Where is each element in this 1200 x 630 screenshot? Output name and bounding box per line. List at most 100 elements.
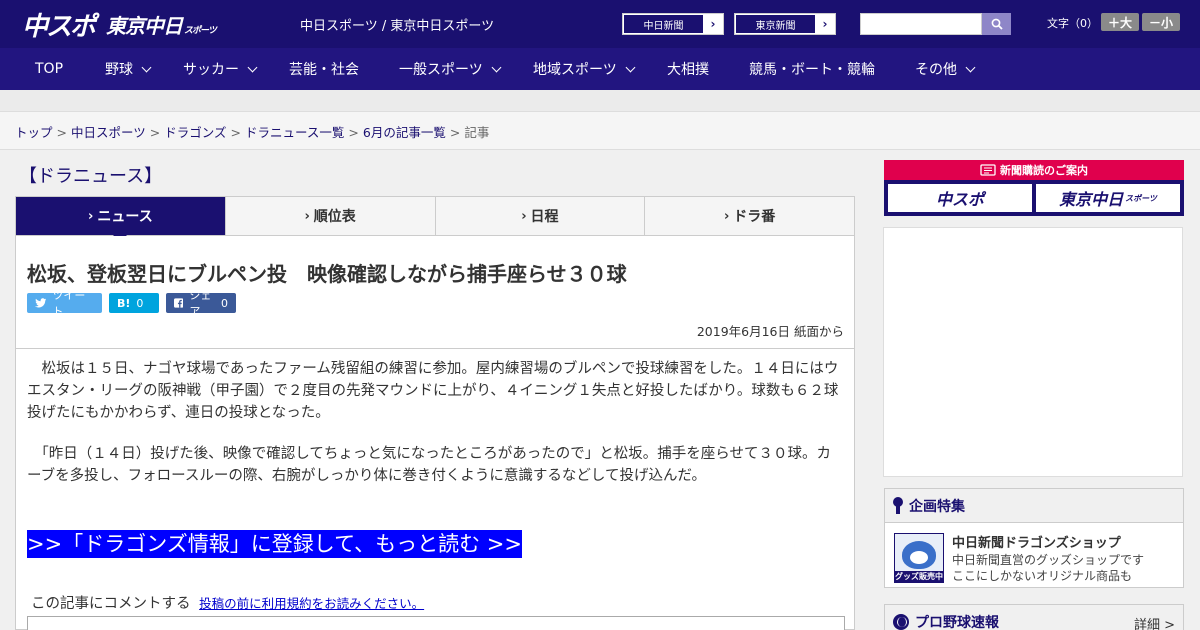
nav-label: 一般スポーツ [399,62,483,78]
comment-terms-link[interactable]: 投稿の前に利用規約をお読みください。 [199,596,424,611]
comment-prompt: この記事にコメントする [31,596,191,612]
font-size-label: 文字（0） [1047,17,1098,30]
nav-item-racing[interactable]: 競馬・ボート・競輪 [749,48,875,90]
chevron-down-icon [247,62,258,72]
breadcrumb-link[interactable]: ドラゴンズ [164,125,226,140]
site-header: 中スポ 東京中日 スポーツ 中日スポーツ / 東京中日スポーツ 中日新聞 › 東京… [0,0,1200,48]
subscription-header: 新聞購読のご案内 [884,160,1184,180]
tab-standings[interactable]: › 順位表 [226,197,436,235]
shop-desc-line: 中日新聞直営のグッズショップです [952,553,1145,567]
feature-header: 企画特集 [885,489,1183,523]
nav-label: TOP [35,61,64,77]
facebook-icon [174,298,184,308]
baseball-icon [893,613,909,630]
subscribe-tokyo-button[interactable]: 東京中日 スポーツ [1036,184,1180,212]
breadcrumb-current: 記事 [464,125,490,140]
article-paragraph: 松坂は１５日、ナゴヤ球場であったファーム残留組の練習に参加。屋内練習場のブルペン… [27,361,839,421]
ad-band [0,90,1200,112]
tweet-button[interactable]: ツイート [27,289,102,318]
facebook-count: 0 [221,296,228,310]
chunichi-shimbun-link[interactable]: 中日新聞 › [622,13,724,35]
nav-label: サッカー [183,62,239,78]
site-logo[interactable]: 中スポ 東京中日 スポーツ [22,6,217,43]
nav-item-local-sports[interactable]: 地域スポーツ [533,48,636,90]
search-button[interactable] [982,13,1011,35]
tab-schedule[interactable]: › 日程 [436,197,646,235]
tokyo-chunichi-logo[interactable]: 東京中日 スポーツ [106,10,217,39]
nav-item-general-sports[interactable]: 一般スポーツ [399,48,502,90]
shop-desc-line: ここにしかないオリジナル商品も [952,569,1133,583]
hatena-count: 0 [136,296,144,310]
nav-item-sumo[interactable]: 大相撲 [667,48,709,90]
main-column: 【ドラニュース】 › ニュース › 順位表 › 日程 › ドラ番 松坂、登板翌日にブルペ… [15,150,855,630]
hatena-bookmark-button[interactable]: B! 0 [109,293,159,313]
subscription-banner[interactable]: 新聞購読のご案内 中スポ 東京中日 スポーツ [884,160,1184,216]
chevron-right-icon: › [304,208,310,224]
chuspo-logo[interactable]: 中スポ [22,6,96,43]
chevron-down-icon [965,62,976,72]
search-input[interactable] [860,13,982,35]
font-larger-button[interactable]: ＋大 [1101,13,1139,31]
hatena-icon: B! [117,296,131,310]
breadcrumb: トップ > 中日スポーツ > ドラゴンズ > ドラニュース一覧 >6月の記事一覧 > 記事 [0,112,1200,150]
sidebar-ad [883,227,1183,477]
tab-reporters[interactable]: › ドラ番 [645,197,854,235]
divider [16,348,854,349]
subscription-title: 新聞購読のご案内 [1000,164,1088,177]
article: 松坂、登板翌日にブルペン投 映像確認しながら捕手座らせ３０球 ツイート B! 0… [15,236,855,630]
article-headline: 松坂、登板翌日にブルペン投 映像確認しながら捕手座らせ３０球 [27,262,627,286]
breadcrumb-link[interactable]: トップ [15,125,53,140]
baseball-title: プロ野球速報 [915,614,999,630]
detail-link[interactable]: 詳細 > [1134,614,1175,630]
dragons-shop-link[interactable]: 中日新聞ドラゴンズショップ [952,532,1121,551]
tokyo-shimbun-link[interactable]: 東京新聞 › [734,13,836,35]
main-nav: TOP 野球 サッカー 芸能・社会 一般スポーツ 地域スポーツ 大相撲 競馬・ボ… [0,48,1200,90]
nav-item-top[interactable]: TOP [35,48,63,90]
newspaper-icon [980,164,996,176]
subscribe-chuspo-button[interactable]: 中スポ [888,184,1032,212]
breadcrumb-separator: > [348,125,359,140]
nav-label: 競馬・ボート・競輪 [749,62,875,78]
breadcrumb-link[interactable]: 中日スポーツ [71,125,146,140]
article-dateline: 2019年6月16日 紙面から [696,324,844,339]
dragons-shop-description: 中日新聞直営のグッズショップです ここにしかないオリジナル商品も [952,552,1144,584]
comment-textarea[interactable] [27,616,845,630]
nav-item-entertainment[interactable]: 芸能・社会 [289,48,359,90]
subscribe-tokyo-label: 東京中日 [1059,190,1124,209]
tab-label: 順位表 [313,209,356,225]
facebook-share-button[interactable]: シェア 0 [166,289,236,318]
section-tabs: › ニュース › 順位表 › 日程 › ドラ番 [15,196,855,242]
tab-label: 日程 [530,209,559,225]
dragons-shop-thumbnail[interactable]: グッズ販売中 [894,533,944,583]
mascot-image [902,541,936,569]
baseball-scores-panel: プロ野球速報 詳細 > [884,604,1184,630]
tokyo-shimbun-label: 東京新聞 [736,15,815,33]
breadcrumb-separator: > [149,125,161,140]
subscribe-tokyo-sub: スポーツ [1125,193,1157,203]
read-more-link[interactable]: >>「ドラゴンズ情報」に登録して、もっと読む >> [27,530,522,558]
breadcrumb-separator: > [449,125,461,140]
nav-item-soccer[interactable]: サッカー [183,48,258,90]
pin-icon [893,496,903,515]
tweet-label: ツイート [52,289,86,318]
nav-item-baseball[interactable]: 野球 [105,48,152,90]
nav-label: 野球 [105,62,133,78]
breadcrumb-link[interactable]: ドラニュース一覧 [245,125,344,140]
tokyo-logo-sub: スポーツ [184,25,217,36]
nav-label: その他 [915,62,957,78]
nav-label: 芸能・社会 [289,62,359,78]
section-title: 【ドラニュース】 [19,166,163,187]
chevron-down-icon [491,62,502,72]
chevron-down-icon [625,62,636,72]
font-smaller-button[interactable]: －小 [1142,13,1180,31]
breadcrumb-separator: > [230,125,241,140]
feature-panel: 企画特集 グッズ販売中 中日新聞ドラゴンズショップ 中日新聞直営のグッズショップ… [884,488,1184,588]
breadcrumb-link[interactable]: 6月の記事一覧 [363,125,446,140]
baseball-header: プロ野球速報 詳細 > [885,605,1183,630]
shop-tag: グッズ販売中 [895,571,943,582]
nav-item-other[interactable]: その他 [915,48,976,90]
comment-section: この記事にコメントする 投稿の前に利用規約をお読みください。 [31,592,424,613]
nav-label: 大相撲 [667,62,709,78]
chevron-right-icon: › [723,208,730,224]
tab-news[interactable]: › ニュース [16,197,226,242]
